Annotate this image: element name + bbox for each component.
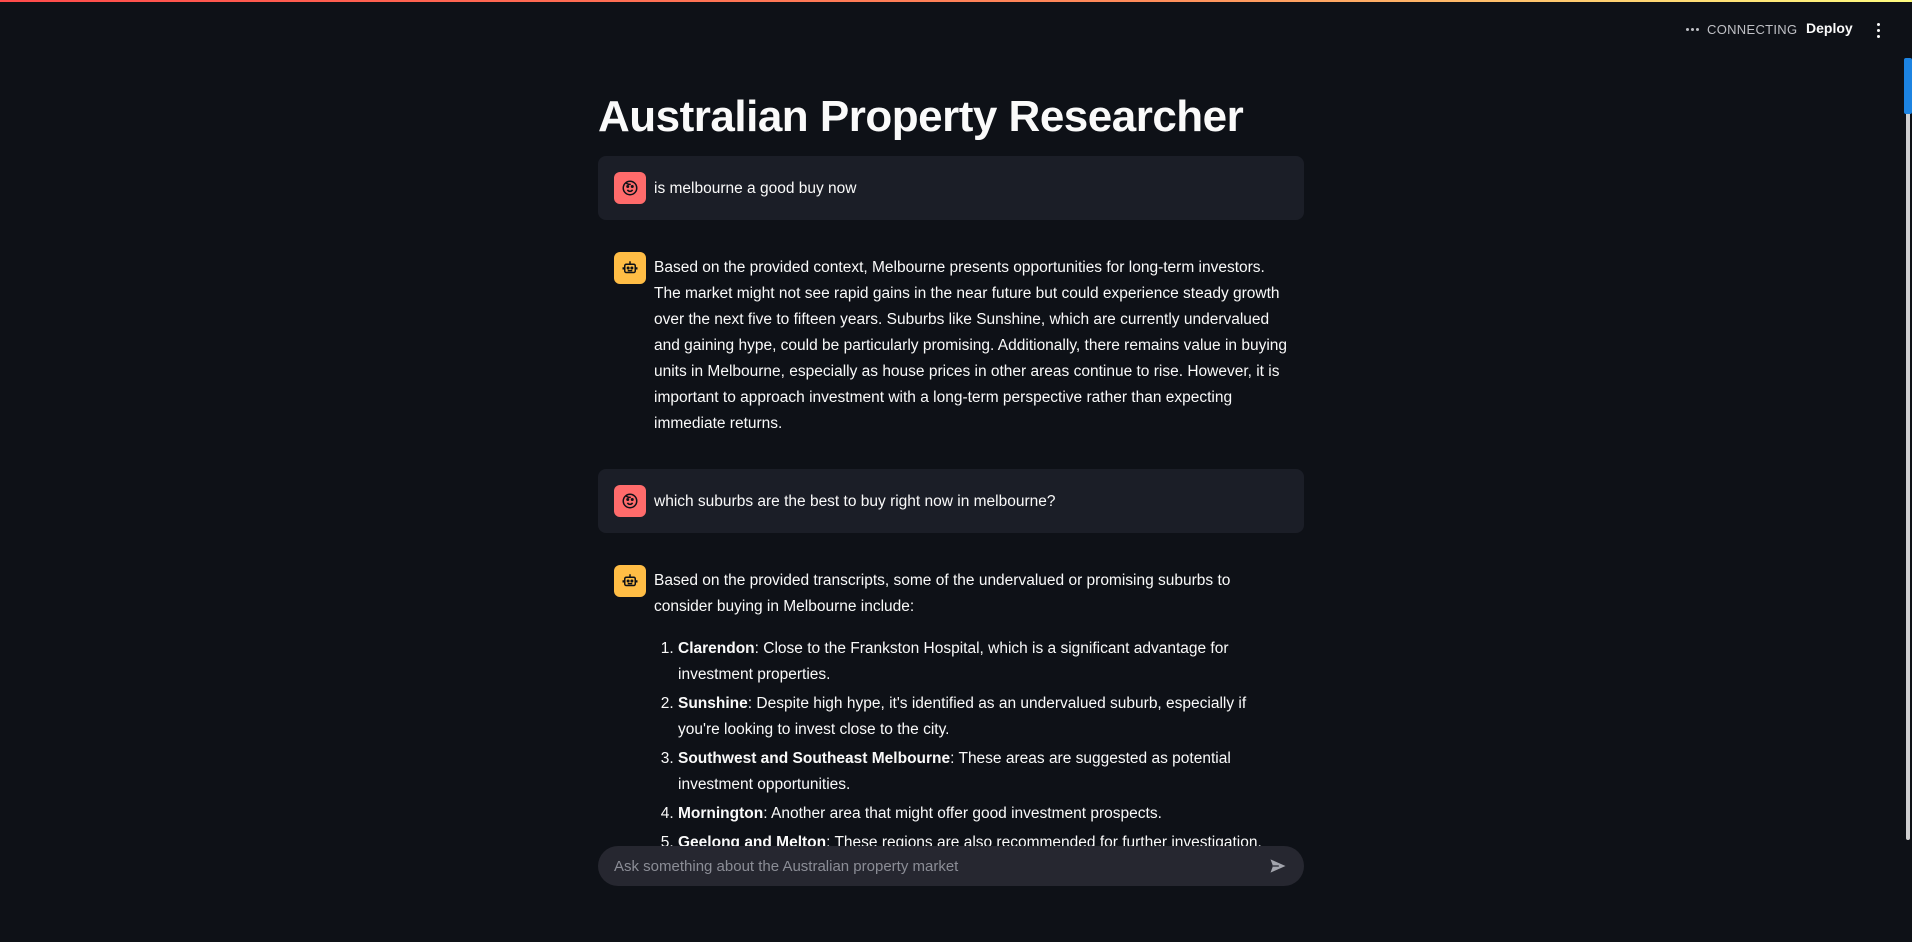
deploy-button[interactable]: Deploy: [1806, 20, 1853, 36]
app-header: CONNECTING Deploy: [0, 2, 1912, 58]
list-item-name: Mornington: [678, 805, 764, 822]
send-icon[interactable]: [1268, 856, 1288, 876]
list-item: Clarendon: Close to the Frankston Hospit…: [678, 636, 1288, 688]
assistant-avatar: [614, 565, 646, 597]
robot-icon: [622, 574, 638, 587]
main-content: Australian Property Researcher is melbou…: [598, 90, 1304, 891]
chat-input-container: [598, 846, 1304, 886]
scrollbar-track[interactable]: [1906, 58, 1910, 840]
list-item: Southwest and Southeast Melbourne: These…: [678, 746, 1288, 798]
list-item: Sunshine: Despite high hype, it's identi…: [678, 691, 1288, 743]
smiley-face-icon: [622, 493, 638, 509]
user-avatar: [614, 485, 646, 517]
user-avatar: [614, 172, 646, 204]
suburb-list: Clarendon: Close to the Frankston Hospit…: [654, 636, 1288, 856]
list-item-name: Sunshine: [678, 695, 748, 712]
smiley-face-icon: [622, 180, 638, 196]
chat-message-assistant: Based on the provided transcripts, some …: [598, 549, 1304, 875]
assistant-avatar: [614, 252, 646, 284]
chat-input[interactable]: [614, 857, 1268, 875]
status-text: CONNECTING: [1707, 22, 1798, 37]
list-item-desc: : Close to the Frankston Hospital, which…: [678, 640, 1229, 683]
message-text: Based on the provided context, Melbourne…: [654, 259, 1288, 432]
list-item-desc: : Another area that might offer good inv…: [763, 805, 1162, 822]
message-text: which suburbs are the best to buy right …: [654, 493, 1056, 510]
message-text: is melbourne a good buy now: [654, 180, 857, 197]
chat-message-assistant: Based on the provided context, Melbourne…: [598, 236, 1304, 453]
message-intro: Based on the provided transcripts, some …: [654, 572, 1231, 615]
list-item: Mornington: Another area that might offe…: [678, 801, 1288, 827]
message-text: Based on the provided transcripts, some …: [654, 565, 1288, 859]
scrollbar-thumb[interactable]: [1904, 58, 1912, 114]
main-menu-icon[interactable]: [1877, 23, 1880, 38]
page-title: Australian Property Researcher: [598, 92, 1244, 141]
list-item-name: Southwest and Southeast Melbourne: [678, 750, 951, 767]
list-item-name: Clarendon: [678, 640, 755, 657]
chat-message-user: is melbourne a good buy now: [598, 156, 1304, 220]
ellipsis-icon: [1686, 28, 1699, 31]
list-item-desc: : Despite high hype, it's identified as …: [678, 695, 1247, 738]
connection-status: CONNECTING: [1686, 22, 1797, 37]
robot-icon: [622, 261, 638, 274]
chat-message-user: which suburbs are the best to buy right …: [598, 469, 1304, 533]
